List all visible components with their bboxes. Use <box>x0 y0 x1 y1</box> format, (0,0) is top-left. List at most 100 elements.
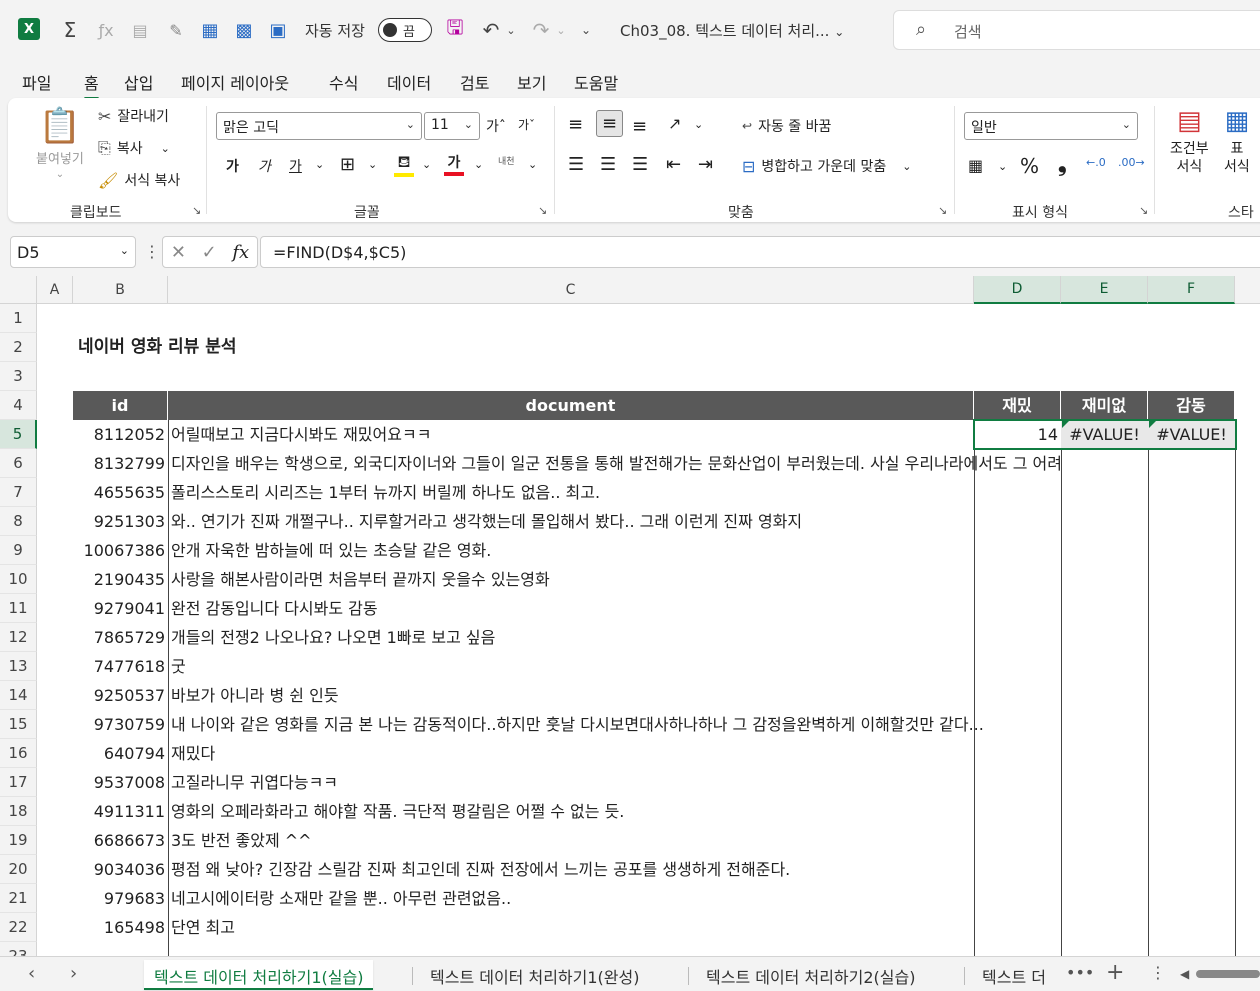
row-header-16[interactable]: 16 <box>0 739 37 768</box>
redo-dropdown-icon[interactable]: ⌄ <box>554 14 568 46</box>
row-header-20[interactable]: 20 <box>0 855 37 884</box>
chevron-down-icon[interactable]: ⌄ <box>315 158 324 171</box>
row-header-13[interactable]: 13 <box>0 652 37 681</box>
phonetic-button[interactable]: 내천 <box>498 154 515 167</box>
cell-document[interactable]: 3도 반전 좋았제 ^^ <box>168 826 312 855</box>
cell-id[interactable]: 640794 <box>73 739 168 768</box>
cell-id[interactable]: 8112052 <box>73 420 168 449</box>
save-icon[interactable]: 🖫 <box>442 14 468 46</box>
cell-document[interactable]: 재밌다 <box>168 739 215 768</box>
row-header-19[interactable]: 19 <box>0 826 37 855</box>
chevron-down-icon[interactable]: ⌄ <box>694 118 703 131</box>
column-header-f[interactable]: F <box>1148 276 1235 304</box>
cell-document[interactable]: 어릴때보고 지금다시봐도 재밌어요ㅋㅋ <box>168 420 431 449</box>
search-box[interactable]: ⌕ 검색 <box>893 10 1260 50</box>
table-icon[interactable]: ▩ <box>232 14 256 46</box>
column-header-b[interactable]: B <box>73 276 168 304</box>
tab-insert[interactable]: 삽입 <box>124 70 153 94</box>
autosum-icon[interactable]: Σ <box>58 14 82 46</box>
row-header-7[interactable]: 7 <box>0 478 37 507</box>
cell-document[interactable]: 폴리스스토리 시리즈는 1부터 뉴까지 버릴께 하나도 없음.. 최고. <box>168 478 600 507</box>
increase-decimal-icon[interactable]: ←.0 <box>1086 156 1106 169</box>
more-sheets-icon[interactable]: ••• <box>1066 963 1094 982</box>
cell-document[interactable]: 완전 감동입니다 다시봐도 감동 <box>168 594 378 623</box>
row-header-12[interactable]: 12 <box>0 623 37 652</box>
cell-id[interactable]: 9250537 <box>73 681 168 710</box>
font-name-select[interactable]: 맑은 고딕 ⌄ <box>216 112 422 140</box>
row-header-2[interactable]: 2 <box>0 333 37 362</box>
cell-document[interactable]: 굿 <box>168 652 186 681</box>
percent-style-icon[interactable]: % <box>1020 154 1039 178</box>
grid-icon[interactable]: ▦ <box>198 14 222 46</box>
row-header-5[interactable]: 5 <box>0 420 37 449</box>
tab-help[interactable]: 도움말 <box>574 70 618 94</box>
increase-indent-icon[interactable]: ⇥ <box>698 154 713 175</box>
accounting-format-icon[interactable]: ▦ <box>968 156 983 175</box>
select-all-corner[interactable] <box>0 276 37 304</box>
cell-id[interactable]: 6686673 <box>73 826 168 855</box>
add-sheet-icon[interactable]: + <box>1106 960 1124 985</box>
more-options-icon[interactable]: ⋮ <box>1150 963 1166 982</box>
align-left-icon[interactable]: ☰ <box>568 154 584 175</box>
scroll-tabs-left-icon[interactable]: ‹ <box>28 963 35 984</box>
align-bottom-icon[interactable]: ≡ <box>632 116 647 137</box>
row-header-17[interactable]: 17 <box>0 768 37 797</box>
document-title[interactable]: Ch03_08. 텍스트 데이터 처리... ⌄ <box>620 20 844 41</box>
cell-id[interactable]: 9279041 <box>73 594 168 623</box>
cell-document[interactable]: 영화의 오페라화라고 해야할 작품. 극단적 평갈림은 어쩔 수 없는 듯. <box>168 797 624 826</box>
tab-data[interactable]: 데이터 <box>387 70 431 94</box>
italic-button[interactable]: 가 <box>258 156 271 176</box>
dialog-launcher-icon[interactable]: ↘ <box>1139 204 1148 217</box>
redo-icon[interactable]: ↷ <box>528 14 554 46</box>
cell-document[interactable]: 내 나이와 같은 영화를 지금 본 나는 감동적이다..하지만 훗날 다시보면대… <box>168 710 984 739</box>
insert-function-icon[interactable]: fx <box>232 242 249 263</box>
format-painter-button[interactable]: 🖌 서식 복사 <box>98 170 180 190</box>
column-header-d[interactable]: D <box>974 276 1061 304</box>
horizontal-scrollbar[interactable] <box>1196 970 1260 978</box>
scroll-left-icon[interactable]: ◀ <box>1180 967 1189 981</box>
paste-button[interactable]: 📋 붙여넣기 ⌄ <box>36 106 84 180</box>
customize-toolbar-icon[interactable]: ⌄ <box>578 14 594 46</box>
font-size-select[interactable]: 11 ⌄ <box>424 112 480 140</box>
dialog-launcher-icon[interactable]: ↘ <box>538 204 547 217</box>
name-box[interactable]: D5 ⌄ <box>10 236 136 268</box>
cell-document[interactable]: 사랑을 해본사람이라면 처음부터 끝까지 웃을수 있는영화 <box>168 565 550 594</box>
insert-function-icon[interactable]: ƒx <box>94 14 118 46</box>
align-middle-icon[interactable]: ≡ <box>596 110 624 137</box>
row-header-23[interactable]: 23 <box>0 942 37 956</box>
row-header-15[interactable]: 15 <box>0 710 37 739</box>
chevron-down-icon[interactable]: ⌄ <box>422 158 431 171</box>
chevron-down-icon[interactable]: ⌄ <box>368 158 377 171</box>
scroll-tabs-right-icon[interactable]: › <box>70 963 77 984</box>
chevron-down-icon[interactable]: ⌄ <box>528 158 537 171</box>
undo-icon[interactable]: ↶ <box>478 14 504 46</box>
borders-icon[interactable]: ⊞ <box>340 154 355 175</box>
cell-document[interactable]: 안개 자욱한 밤하늘에 떠 있는 초승달 같은 영화. <box>168 536 491 565</box>
dialog-launcher-icon[interactable]: ↘ <box>938 204 947 217</box>
fill-color-button[interactable]: ⛾ <box>394 152 414 177</box>
row-header-18[interactable]: 18 <box>0 797 37 826</box>
formula-input[interactable]: =FIND(D$4,$C5) <box>260 236 1260 268</box>
column-header-c[interactable]: C <box>168 276 974 304</box>
align-right-icon[interactable]: ☰ <box>632 154 648 175</box>
form-icon[interactable]: ▣ <box>266 14 290 46</box>
row-header-21[interactable]: 21 <box>0 884 37 913</box>
tab-page-layout[interactable]: 페이지 레이아웃 <box>181 70 289 94</box>
conditional-formatting-button[interactable]: ▤ 조건부 서식 <box>1170 106 1209 176</box>
worksheet-grid[interactable]: A B C D E F 1 2 3 4 5 6 7 8 9 10 11 12 13 14 15 16 17 18 1… <box>0 276 1260 956</box>
align-top-icon[interactable]: ≡ <box>568 114 583 135</box>
row-header-3[interactable]: 3 <box>0 362 37 391</box>
underline-button[interactable]: 가 <box>289 156 302 176</box>
row-header-1[interactable]: 1 <box>0 304 37 333</box>
decrease-decimal-icon[interactable]: .00→ <box>1118 156 1145 169</box>
calc-icon[interactable]: ▤ <box>128 14 152 46</box>
more-options-icon[interactable]: ⋮ <box>144 242 160 261</box>
autosave-toggle[interactable]: 끔 <box>378 18 432 42</box>
cell-document[interactable]: 평점 왜 낮아? 긴장감 스릴감 진짜 최고인데 진짜 전장에서 느끼는 공포를… <box>168 855 790 884</box>
grow-font-button[interactable]: 가ˆ <box>486 116 506 136</box>
cut-button[interactable]: ✂ 잘라내기 <box>98 106 169 126</box>
cell-id[interactable]: 7477618 <box>73 652 168 681</box>
tab-file[interactable]: 파일 <box>22 70 51 94</box>
cell-document[interactable]: 와.. 연기가 진짜 개쩔구나.. 지루할거라고 생각했는데 몰입해서 봤다..… <box>168 507 802 536</box>
cell-id[interactable]: 4911311 <box>73 797 168 826</box>
